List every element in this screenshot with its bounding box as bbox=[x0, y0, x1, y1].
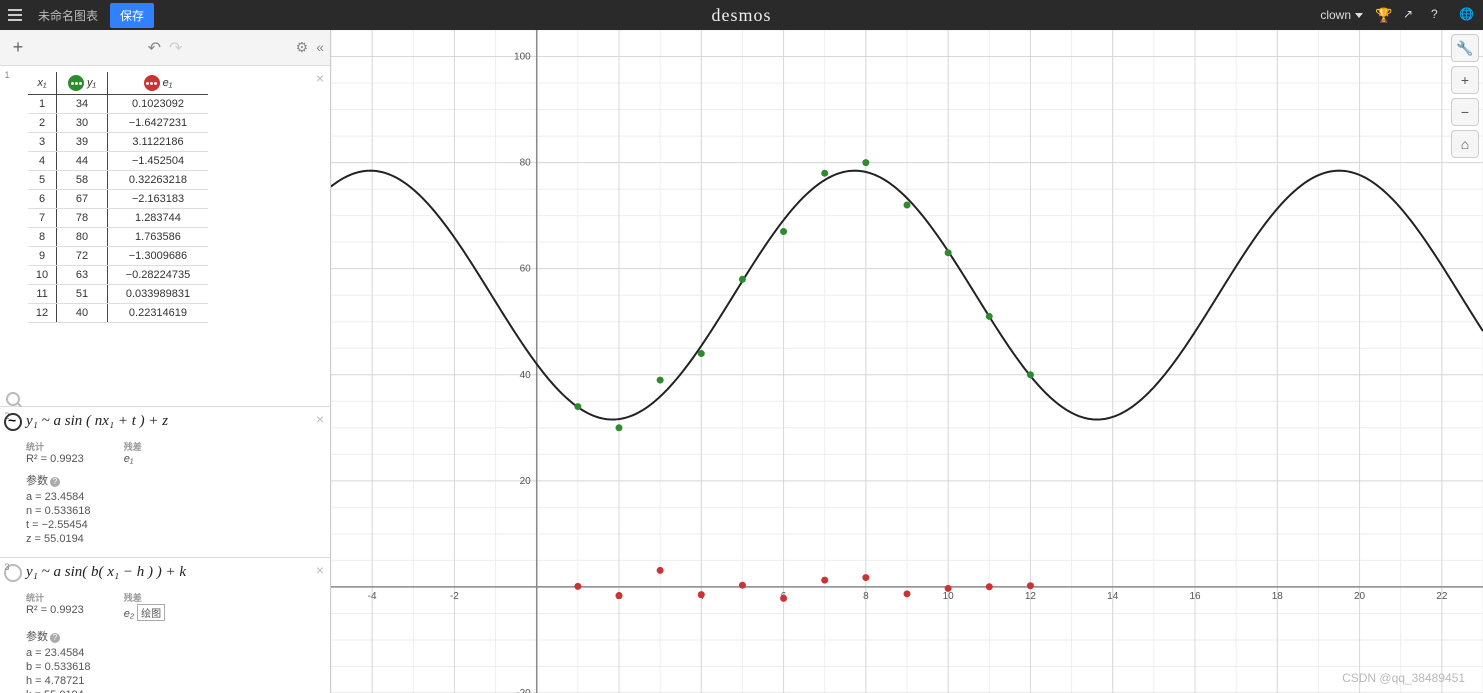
green-dot-icon[interactable] bbox=[68, 75, 84, 91]
magnifier-icon[interactable] bbox=[6, 392, 20, 406]
help-icon[interactable]: ? bbox=[50, 633, 60, 643]
caret-down-icon bbox=[1355, 13, 1363, 18]
menu-icon[interactable] bbox=[0, 0, 30, 30]
regression-formula[interactable]: y₁ ~ a sin( b( x₁ − h ) ) + k bbox=[26, 564, 322, 587]
undo-icon[interactable]: ↶ bbox=[148, 38, 161, 58]
svg-text:-2: -2 bbox=[450, 591, 459, 602]
save-button[interactable]: 保存 bbox=[110, 3, 154, 28]
close-icon[interactable]: × bbox=[316, 562, 324, 578]
regression-icon[interactable] bbox=[4, 413, 22, 431]
settings-icon[interactable]: ⚙ bbox=[296, 39, 309, 56]
col-x: x₁ bbox=[28, 72, 57, 95]
close-icon[interactable]: × bbox=[316, 70, 324, 86]
svg-text:100: 100 bbox=[514, 52, 531, 63]
regression-formula[interactable]: y₁ ~ a sin ( nx₁ + t ) + z bbox=[26, 413, 322, 436]
svg-text:80: 80 bbox=[520, 158, 532, 169]
add-expression-button[interactable]: + bbox=[0, 30, 36, 66]
table-row[interactable]: 12400.22314619 bbox=[28, 304, 208, 323]
plot-chip[interactable]: 绘图 bbox=[137, 604, 165, 621]
user-menu[interactable]: clown bbox=[1320, 8, 1363, 22]
col-y: y₁ bbox=[57, 72, 108, 95]
svg-text:20: 20 bbox=[520, 476, 532, 487]
zoom-out-button[interactable]: − bbox=[1451, 98, 1479, 126]
wrench-icon[interactable]: 🔧 bbox=[1451, 34, 1479, 62]
regression-panel-2[interactable]: 3 × y₁ ~ a sin( b( x₁ − h ) ) + k 统计R² =… bbox=[0, 558, 330, 693]
regression-panel-1[interactable]: 2 × y₁ ~ a sin ( nx₁ + t ) + z 统计R² = 0.… bbox=[0, 407, 330, 558]
graph-canvas[interactable]: -4-2246810121416182022-2020406080100 bbox=[331, 30, 1483, 693]
svg-text:12: 12 bbox=[1025, 591, 1037, 602]
help-icon[interactable]: ? bbox=[50, 477, 60, 487]
svg-text:-20: -20 bbox=[516, 688, 531, 693]
table-row[interactable]: 1063−0.28224735 bbox=[28, 266, 208, 285]
table-row[interactable]: 7781.283744 bbox=[28, 209, 208, 228]
table-row[interactable]: 11510.033989831 bbox=[28, 285, 208, 304]
expression-table-panel[interactable]: 1 × x₁ y₁ e₁ 1340.1023092230−1.642723133… bbox=[0, 66, 330, 407]
share-icon[interactable]: ↗ bbox=[1403, 7, 1419, 23]
svg-text:40: 40 bbox=[520, 370, 532, 381]
globe-icon[interactable]: 🌐 bbox=[1459, 7, 1475, 23]
collapse-sidebar-icon[interactable]: « bbox=[316, 39, 324, 56]
table-row[interactable]: 5580.32263218 bbox=[28, 171, 208, 190]
col-e: e₁ bbox=[107, 72, 208, 95]
table-row[interactable]: 8801.763586 bbox=[28, 228, 208, 247]
table-row[interactable]: 972−1.3009686 bbox=[28, 247, 208, 266]
svg-text:16: 16 bbox=[1189, 591, 1201, 602]
watermark: CSDN @qq_38489451 bbox=[1342, 671, 1465, 685]
svg-text:22: 22 bbox=[1436, 591, 1448, 602]
redo-icon[interactable]: ↷ bbox=[169, 38, 182, 58]
brand-logo: desmos bbox=[712, 5, 772, 26]
svg-text:18: 18 bbox=[1272, 591, 1284, 602]
trophy-icon[interactable]: 🏆 bbox=[1375, 7, 1391, 23]
sidebar-toolbar: + ↶ ↷ ⚙ « bbox=[0, 30, 330, 66]
table-row[interactable]: 3393.1122186 bbox=[28, 133, 208, 152]
data-table[interactable]: x₁ y₁ e₁ 1340.1023092230−1.64272313393.1… bbox=[28, 72, 208, 323]
svg-text:-4: -4 bbox=[368, 591, 377, 602]
table-row[interactable]: 1340.1023092 bbox=[28, 95, 208, 114]
top-header: 未命名图表 保存 desmos clown 🏆 ↗ ? 🌐 bbox=[0, 0, 1483, 30]
svg-text:20: 20 bbox=[1354, 591, 1366, 602]
close-icon[interactable]: × bbox=[316, 411, 324, 427]
svg-text:14: 14 bbox=[1107, 591, 1119, 602]
help-icon[interactable]: ? bbox=[1431, 7, 1447, 23]
table-row[interactable]: 230−1.6427231 bbox=[28, 114, 208, 133]
expression-sidebar: + ↶ ↷ ⚙ « 1 × x₁ bbox=[0, 30, 331, 693]
zoom-in-button[interactable]: + bbox=[1451, 66, 1479, 94]
table-row[interactable]: 667−2.163183 bbox=[28, 190, 208, 209]
home-button[interactable]: ⌂ bbox=[1451, 130, 1479, 158]
svg-text:60: 60 bbox=[520, 264, 532, 275]
graph-title[interactable]: 未命名图表 bbox=[34, 7, 102, 24]
svg-text:10: 10 bbox=[943, 591, 955, 602]
table-row[interactable]: 444−1.452504 bbox=[28, 152, 208, 171]
red-dot-icon[interactable] bbox=[144, 75, 160, 91]
svg-text:8: 8 bbox=[863, 591, 869, 602]
graph-area[interactable]: 🔧 + − ⌂ -4-2246810121416182022-202040608… bbox=[331, 30, 1483, 693]
